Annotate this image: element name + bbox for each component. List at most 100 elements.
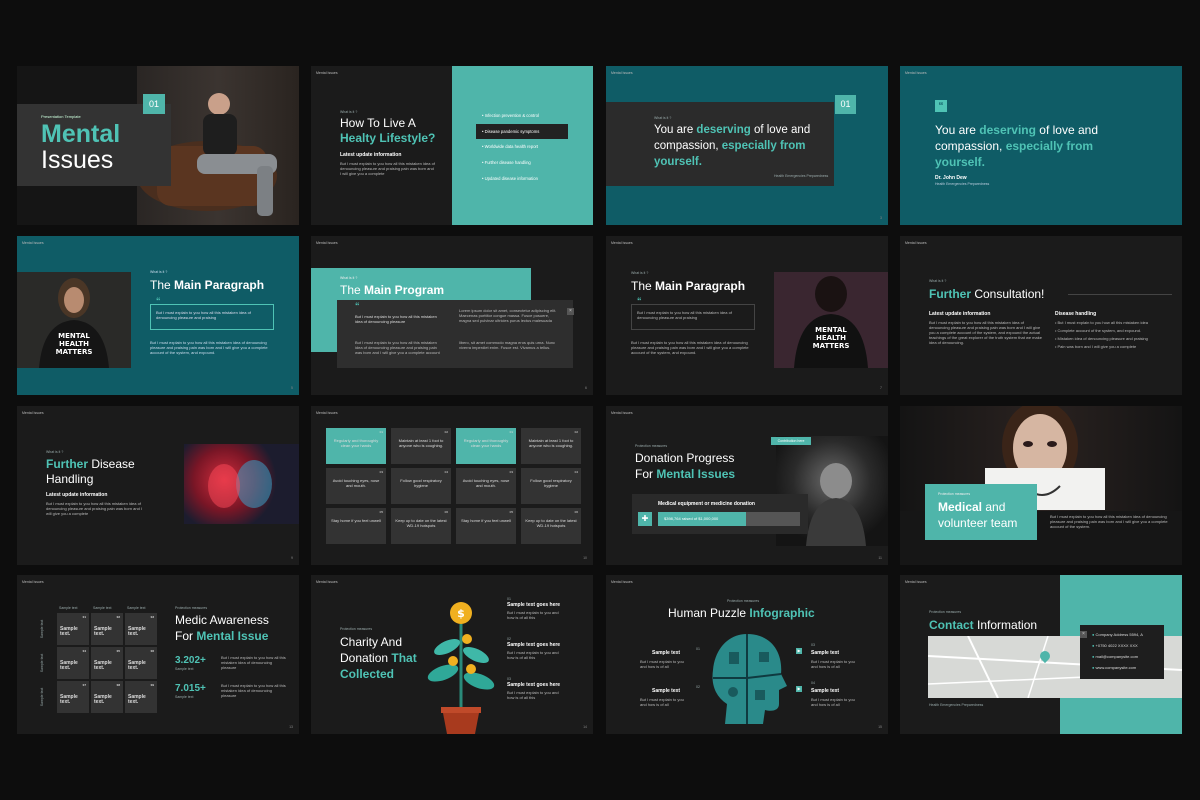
- sample-cell: 04 Sample text.: [57, 647, 89, 679]
- bullet-item: • But I must explain to you how all this…: [1055, 320, 1149, 325]
- quote-text: But I must explain to you how all this m…: [355, 314, 437, 324]
- title-line-1: Further Disease: [46, 457, 135, 471]
- slide-main-paragraph-dark[interactable]: Mental Issues What is it ? The Main Para…: [606, 236, 888, 395]
- puzzle-body-4: But I must explain to you and how is of …: [811, 697, 855, 707]
- row-header: Sample text: [40, 619, 45, 639]
- menu-item[interactable]: • Worldwide data health report: [476, 139, 568, 155]
- menu-item[interactable]: • Infection prevention & control: [476, 108, 568, 124]
- quote-text: But I must explain to you how all this m…: [637, 310, 732, 320]
- slide-further-consultation[interactable]: Mental Issues What is it ? Further Consu…: [900, 236, 1182, 395]
- body-text-3: libero, sit amet commodo magna eros quis…: [459, 340, 556, 350]
- title: Contact Information: [929, 618, 1038, 632]
- puzzle-label-1: Sample text: [652, 650, 681, 656]
- slide-medical-volunteer[interactable]: Protection measures Medical and voluntee…: [900, 406, 1182, 565]
- slide-charity-donation[interactable]: Mental Issues Protection measures Charit…: [311, 575, 593, 734]
- menu-item[interactable]: • Further disease handling: [476, 155, 568, 171]
- stat-1-body: But I must explain to you how all this m…: [221, 655, 286, 670]
- title-line-2: Healty Lifestyle?: [340, 131, 436, 145]
- slide-mental-issues-cover[interactable]: 01 Presentation Template Mental Issues: [17, 66, 299, 225]
- cell-text: Sample text.: [128, 660, 146, 671]
- puzzle-body-2: But I must explain to you and how is of …: [640, 697, 684, 707]
- close-icon[interactable]: ×: [567, 308, 574, 315]
- tag-text: Protection measures: [929, 610, 962, 614]
- sample-cell: 09 Sample text.: [125, 681, 157, 713]
- cell-number: 01: [379, 430, 383, 434]
- brand-label: Mental Issues: [22, 580, 44, 584]
- photo-woman-shirt: MENTAL HEALTH MATTERS: [17, 272, 131, 368]
- slide-further-disease-handling[interactable]: Mental Issues What is it ? Further Disea…: [17, 406, 299, 565]
- slide-main-program[interactable]: Mental Issues What is it ? The Main Prog…: [311, 236, 593, 395]
- body-text: But I must explain to you how all this m…: [340, 161, 435, 176]
- cell-text: Sample text.: [60, 626, 78, 637]
- cell-number: 07: [82, 683, 86, 687]
- cell-text: Maintain at least 1 foot to anyone who i…: [398, 438, 444, 448]
- brand-label: Mental Issues: [905, 241, 927, 245]
- item-body: But I must explain to you and how is of …: [507, 610, 559, 620]
- slide-number-badge: 01: [143, 94, 165, 114]
- close-icon[interactable]: ×: [1080, 631, 1087, 638]
- puzzle-number-3: 03: [811, 643, 815, 647]
- body-text: But I must explain to you how all this m…: [150, 340, 268, 355]
- brand-label: Mental Issues: [22, 241, 44, 245]
- menu-item-active[interactable]: • Disease pandemic symptoms: [476, 124, 568, 139]
- item-heading: Sample text goes here: [507, 682, 561, 688]
- heading-2: Disease handling: [1055, 311, 1097, 317]
- slide-medic-awareness[interactable]: Mental Issues Sample text Sample text Samp…: [17, 575, 299, 734]
- puzzle-label-3: Sample text: [811, 650, 840, 656]
- title-line-1: Mental: [41, 120, 121, 148]
- cell-number: 05: [509, 510, 513, 514]
- cell-text: Sample text.: [60, 694, 78, 705]
- slide-healthy-lifestyle[interactable]: Mental Issues What is it ? How To Live A…: [311, 66, 593, 225]
- contact-email[interactable]: ● mail@companysite.com: [1092, 654, 1138, 659]
- cell-text: Avoid touching eyes, nose and mouth.: [332, 478, 380, 488]
- contribution-button[interactable]: Contribution here: [771, 437, 811, 445]
- puzzle-label-2: Sample text: [652, 688, 681, 694]
- item-body: But I must explain to you and how is of …: [507, 650, 559, 660]
- slide-quote-author[interactable]: Mental Issues “ You are deserving of lov…: [900, 66, 1182, 225]
- cell-number: 05: [116, 649, 120, 653]
- menu-list: • Infection prevention & control • Disea…: [476, 108, 568, 187]
- what-label: What is it ?: [929, 279, 947, 283]
- quote-line-2: compassion, especially from: [935, 139, 1094, 153]
- item-heading: Sample text goes here: [507, 642, 561, 648]
- bullet-item: • Complete account of the system, and ex…: [1055, 328, 1142, 333]
- contact-phone[interactable]: ● +0750 4022 XXXX XXX: [1092, 643, 1138, 648]
- cell-number: 06: [150, 649, 154, 653]
- slide-main-paragraph-teal[interactable]: Mental Issues MENTAL HEALTH MATTERS What…: [17, 236, 299, 395]
- item-number: 02: [507, 637, 511, 641]
- body-text-2: Lorem ipsum dolor sit amet, consectetur …: [459, 308, 557, 323]
- puzzle-number-1: 01: [696, 647, 700, 651]
- photo-woman-shirt: MENTAL HEALTH MATTERS: [774, 272, 888, 368]
- prevention-tip-cell: 03 Avoid touching eyes, nose and mouth.: [456, 468, 516, 504]
- contact-address[interactable]: ● Company Address 5594, A: [1092, 632, 1143, 637]
- slide-human-puzzle[interactable]: Mental Issues Protection measures Human …: [606, 575, 888, 734]
- subtitle: Latest update information: [340, 152, 402, 158]
- cell-number: 05: [379, 510, 383, 514]
- sample-cell: 05 Sample text.: [91, 647, 123, 679]
- slide-prevention-grid[interactable]: Mental Issues 01 Regularly and thoroughly…: [311, 406, 593, 565]
- caption: Health Emergencies Preparedness: [929, 703, 984, 707]
- brand-label: Mental Issues: [905, 71, 927, 75]
- cell-number: 09: [150, 683, 154, 687]
- brand-label: Mental Issues: [611, 580, 633, 584]
- quote-line-3: yourself.: [654, 156, 702, 168]
- title-line-2: volunteer team: [938, 516, 1018, 530]
- slide-quote-boxed[interactable]: Mental Issues 01 What is it ? You are de…: [606, 66, 888, 225]
- item-heading: Sample text goes here: [507, 602, 561, 608]
- body-text: But I must explain to you how all this m…: [1050, 514, 1168, 529]
- puzzle-number-2: 02: [696, 685, 700, 689]
- slide-contact-information[interactable]: Mental Issues Protection measures Contac…: [900, 575, 1182, 734]
- title-line-1: Donation Progress: [635, 451, 735, 465]
- cell-number: 01: [509, 430, 513, 434]
- cell-text: Keep up to date on the latest WD-19 hots…: [395, 518, 447, 528]
- cell-number: 03: [150, 615, 154, 619]
- menu-item[interactable]: • Updated disease information: [476, 171, 568, 187]
- what-label: What is it ?: [631, 271, 649, 275]
- slide-donation-progress[interactable]: Mental Issues Protection measures Donati…: [606, 406, 888, 565]
- subtitle: Latest update information: [46, 492, 108, 498]
- title: The Main Paragraph: [631, 279, 746, 293]
- contact-website[interactable]: ● www.companysite.com: [1092, 665, 1136, 670]
- body-text: But I must explain to you how all this m…: [929, 320, 1042, 345]
- column-header: Sample text: [59, 606, 78, 610]
- title-line-3: Collected: [340, 667, 395, 681]
